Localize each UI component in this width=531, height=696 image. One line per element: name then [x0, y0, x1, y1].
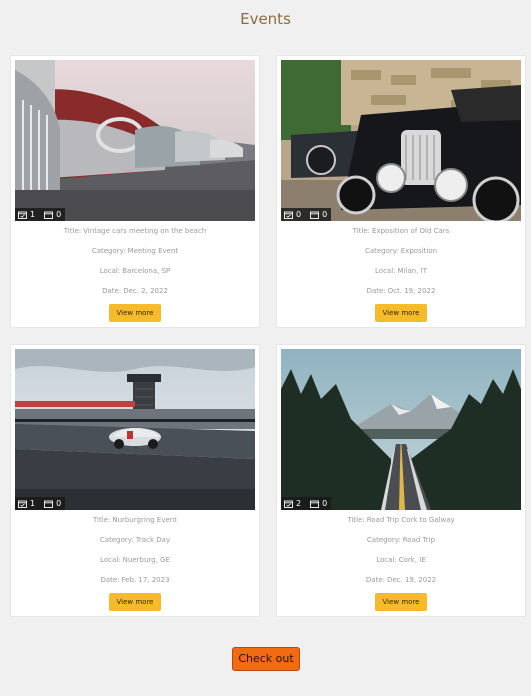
calendar-check-icon [284, 500, 293, 508]
event-image[interactable]: 1 0 [15, 349, 255, 510]
event-info: Title: Nurburgring Event Category: Track D… [11, 515, 259, 595]
event-category: Category: Road Trip [366, 536, 436, 544]
count-a: 1 [30, 210, 36, 219]
event-counts: 2 0 [281, 497, 332, 510]
event-counts: 0 0 [281, 208, 332, 221]
view-more-button[interactable]: View more [375, 593, 427, 611]
event-counts: 1 0 [15, 497, 66, 510]
event-local: Local: Cork, IE [376, 556, 426, 564]
event-title: Title: Road Trip Cork to Galway [347, 516, 455, 524]
event-info: Title: Road Trip Cork to Galway Category:… [277, 515, 525, 595]
count-a: 0 [296, 210, 302, 219]
event-card: 1 0 Title: Vintage cars meeting on the be… [10, 55, 260, 328]
event-date: Date: Feb. 17, 2023 [100, 576, 170, 584]
event-local: Local: Milan, IT [375, 267, 427, 275]
event-date: Date: Dec. 2, 2022 [102, 287, 168, 295]
checkout-button[interactable]: Check out [232, 647, 300, 671]
event-date: Date: Oct. 19, 2022 [366, 287, 436, 295]
count-b: 0 [56, 499, 62, 508]
event-date: Date: Dec. 19, 2022 [365, 576, 437, 584]
event-image[interactable]: 0 0 [281, 60, 521, 221]
event-local: Local: Barcelona, SP [99, 267, 171, 275]
view-more-button[interactable]: View more [375, 304, 427, 322]
event-category: Category: Exposition [364, 247, 438, 255]
event-title: Title: Vintage cars meeting on the beach [63, 227, 207, 235]
event-image[interactable]: 1 0 [15, 60, 255, 221]
event-local: Local: Nuerburg, GE [100, 556, 170, 564]
event-info: Title: Exposition of Old Cars Category: Ex… [277, 226, 525, 306]
count-b: 0 [56, 210, 62, 219]
event-title: Title: Nurburgring Event [93, 516, 177, 524]
event-info: Title: Vintage cars meeting on the beach … [11, 226, 259, 306]
count-a: 2 [296, 499, 302, 508]
count-b: 0 [322, 210, 328, 219]
event-card: 1 0 Title: Nurburgring Event Category: Tra… [10, 344, 260, 617]
calendar-icon [44, 211, 54, 219]
event-category: Category: Track Day [99, 536, 171, 544]
count-a: 1 [30, 499, 36, 508]
page-title: Events [240, 10, 291, 28]
view-more-button[interactable]: View more [109, 593, 161, 611]
calendar-icon [310, 500, 320, 508]
event-counts: 1 0 [15, 208, 66, 221]
calendar-icon [310, 211, 320, 219]
event-card: 2 0 Title: Road Trip Cork to Galway Categ… [276, 344, 526, 617]
event-card: 0 0 Title: Exposition of Old Cars Categor… [276, 55, 526, 328]
calendar-check-icon [284, 211, 293, 219]
event-title: Title: Exposition of Old Cars [352, 227, 450, 235]
calendar-check-icon [18, 211, 27, 219]
calendar-icon [44, 500, 54, 508]
event-category: Category: Meeting Event [91, 247, 179, 255]
count-b: 0 [322, 499, 328, 508]
event-image[interactable]: 2 0 [281, 349, 521, 510]
calendar-check-icon [18, 500, 27, 508]
view-more-button[interactable]: View more [109, 304, 161, 322]
